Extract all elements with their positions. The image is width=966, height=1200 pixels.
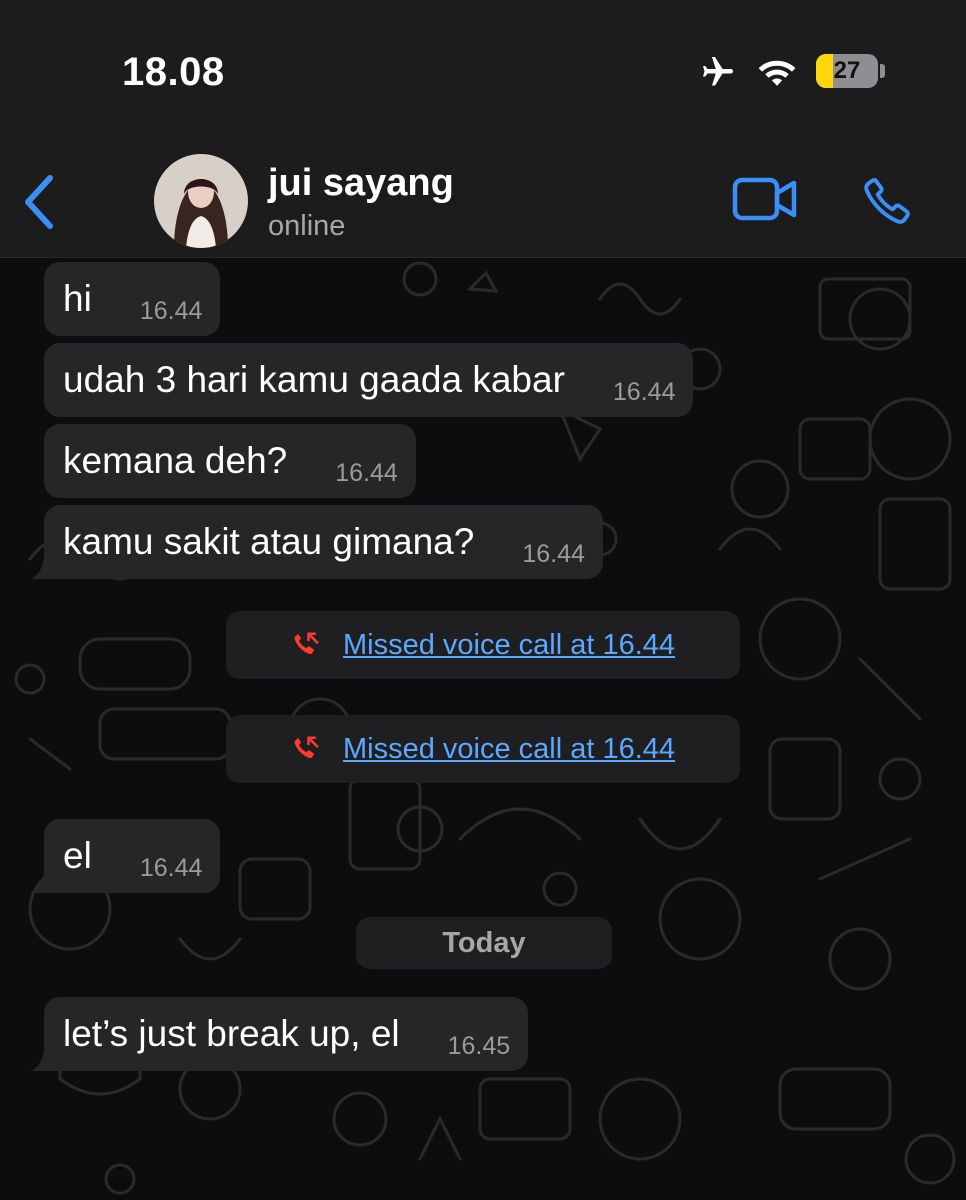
message-bubble[interactable]: udah 3 hari kamu gaada kabar 16.44: [44, 343, 694, 417]
message-time: 16.44: [139, 297, 203, 325]
date-separator: Today: [356, 917, 612, 969]
top-bar: 18.08 27 jui sayang online: [0, 0, 966, 258]
chat-area[interactable]: hi 16.44 udah 3 hari kamu gaada kabar 16…: [0, 259, 966, 1200]
wifi-icon: [758, 60, 796, 86]
message-time: 16.44: [612, 378, 676, 406]
contact-status: online: [268, 210, 346, 242]
airplane-mode-icon: [703, 57, 733, 86]
voice-call-icon[interactable]: [860, 172, 916, 228]
message-bubble[interactable]: el 16.44: [30, 819, 221, 893]
message-text: kemana deh?: [63, 440, 288, 481]
bubble-tail: [30, 557, 58, 579]
message-text: el: [63, 835, 92, 876]
bubble-tail: [30, 1049, 58, 1071]
avatar-image: [154, 154, 248, 248]
message-time: 16.44: [139, 854, 203, 882]
battery-cap: [880, 64, 885, 78]
chevron-left-icon[interactable]: [20, 172, 60, 232]
message-bubble[interactable]: hi 16.44: [44, 262, 221, 336]
bubble-tail: [30, 314, 58, 336]
battery-level: 27: [833, 57, 861, 84]
message-text: udah 3 hari kamu gaada kabar: [63, 359, 565, 400]
contact-name[interactable]: jui sayang: [268, 162, 454, 205]
missed-call-text[interactable]: Missed voice call at 16.44: [343, 733, 675, 766]
message-time: 16.44: [335, 459, 398, 487]
missed-call-icon: [294, 736, 319, 759]
date-separator-label: Today: [442, 926, 526, 959]
chat-screen: 18.08 27 jui sayang online hi 16.44 udah…: [0, 0, 966, 1200]
bubble-tail: [30, 871, 58, 893]
video-call-icon[interactable]: [732, 176, 798, 222]
message-bubble[interactable]: let’s just break up, el 16.45: [30, 997, 529, 1071]
message-text: let’s just break up, el: [63, 1013, 400, 1054]
missed-call-notice[interactable]: Missed voice call at 16.44: [226, 715, 740, 783]
message-time: 16.44: [522, 540, 585, 568]
message-bubble[interactable]: kamu sakit atau gimana? 16.44: [30, 505, 603, 579]
missed-call-notice[interactable]: Missed voice call at 16.44: [226, 611, 740, 679]
missed-call-icon: [294, 632, 319, 655]
message-time: 16.45: [447, 1032, 511, 1060]
message-bubble[interactable]: kemana deh? 16.44: [44, 424, 416, 498]
status-time: 18.08: [122, 50, 225, 94]
message-text: hi: [63, 278, 92, 319]
battery-icon: 27: [816, 54, 878, 88]
missed-call-text[interactable]: Missed voice call at 16.44: [343, 629, 675, 662]
message-text: kamu sakit atau gimana?: [63, 521, 475, 562]
contact-avatar[interactable]: [154, 154, 248, 248]
